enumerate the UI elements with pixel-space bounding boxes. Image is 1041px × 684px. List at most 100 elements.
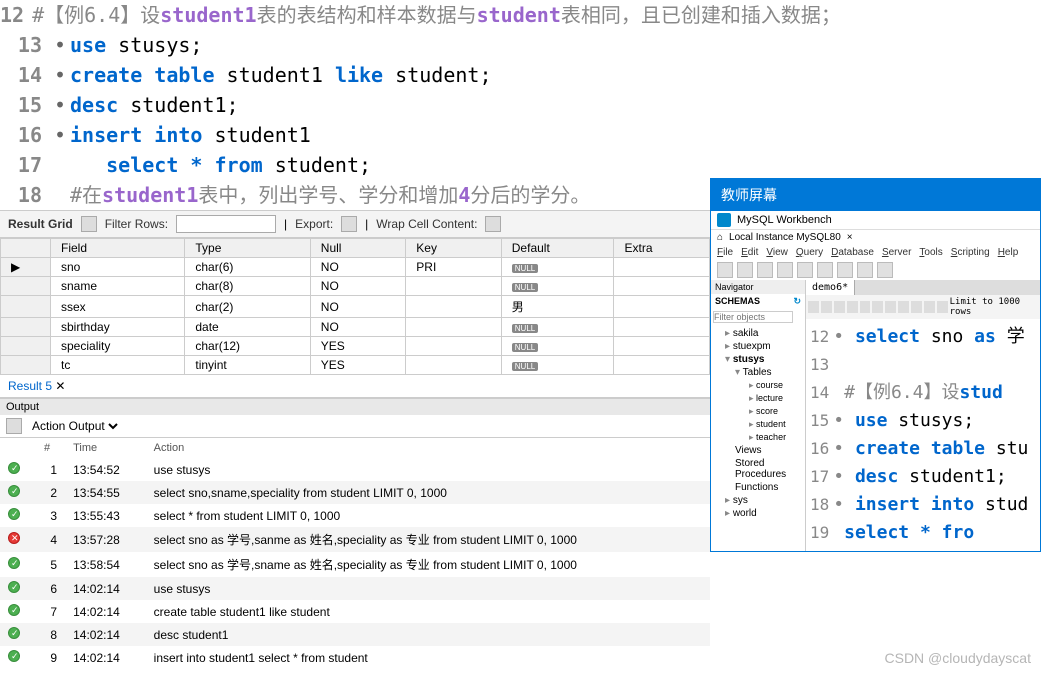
cell[interactable]: date [185,318,310,337]
cell[interactable]: char(2) [185,296,310,318]
tree-item[interactable]: ▾ Tables [711,366,805,379]
toolbar-icon[interactable] [837,262,853,278]
menu-view[interactable]: View [766,247,788,258]
connection-tab[interactable]: Local Instance MySQL80 [729,232,841,243]
tree-item[interactable]: ▸ sys [711,494,805,507]
limit-label[interactable]: Limit to 1000 rows [950,297,1038,317]
menu-file[interactable]: File [717,247,733,258]
inner-sql-editor[interactable]: 12• select sno as 学13 14 #【例6.4】设stud15•… [806,319,1040,551]
cell[interactable]: sbirthday [51,318,185,337]
toolbar-icon[interactable] [860,301,871,313]
tree-item[interactable]: ▸ lecture [711,392,805,405]
cell[interactable]: NO [310,258,405,277]
cell[interactable]: char(8) [185,277,310,296]
navigator-panel[interactable]: Navigator SCHEMAS↻ ▸ sakila▸ stuexpm▾ st… [711,280,806,551]
toolbar-icon[interactable] [834,301,845,313]
col-header[interactable]: Null [310,239,405,258]
cell[interactable] [614,277,710,296]
cell[interactable]: speciality [51,337,185,356]
cell[interactable]: NULL [501,356,614,375]
cell[interactable]: YES [310,337,405,356]
toolbar-icon[interactable] [937,301,948,313]
cell[interactable] [614,337,710,356]
cell[interactable] [614,258,710,277]
action-row[interactable]: 113:54:52use stusys [0,458,710,481]
tree-item[interactable]: ▾ stusys [711,353,805,366]
tree-item[interactable]: ▸ score [711,405,805,418]
action-row[interactable]: 914:02:14insert into student1 select * f… [0,646,710,669]
toolbar-icon[interactable] [898,301,909,313]
output-icon[interactable] [6,418,22,434]
tree-item[interactable]: ▸ student [711,418,805,431]
col-header[interactable]: Type [185,239,310,258]
export-icon[interactable] [341,216,357,232]
grid-icon[interactable] [81,216,97,232]
cell[interactable]: NULL [501,337,614,356]
toolbar-icon[interactable] [872,301,883,313]
toolbar-icon[interactable] [821,301,832,313]
action-row[interactable]: 714:02:14create table student1 like stud… [0,600,710,623]
schema-tree[interactable]: ▸ sakila▸ stuexpm▾ stusys▾ Tables▸ cours… [711,325,805,522]
filter-objects-input[interactable] [713,311,793,323]
cell[interactable]: char(12) [185,337,310,356]
col-header[interactable]: Field [51,239,185,258]
close-conn-icon[interactable]: × [847,232,853,243]
cell[interactable]: tc [51,356,185,375]
cell[interactable]: char(6) [185,258,310,277]
menu-query[interactable]: Query [796,247,823,258]
menu-help[interactable]: Help [998,247,1019,258]
cell[interactable] [406,356,501,375]
action-output-table[interactable]: #TimeAction 113:54:52use stusys213:54:55… [0,438,710,669]
menubar[interactable]: FileEditViewQueryDatabaseServerToolsScri… [711,245,1040,260]
col-header[interactable]: Extra [614,239,710,258]
cell[interactable]: NULL [501,318,614,337]
home-icon[interactable]: ⌂ [717,232,723,243]
cell[interactable]: tinyint [185,356,310,375]
cell[interactable]: YES [310,356,405,375]
cell[interactable]: NULL [501,277,614,296]
tree-item[interactable]: ▸ teacher [711,431,805,444]
toolbar-icon[interactable] [757,262,773,278]
toolbar-icon[interactable] [877,262,893,278]
cell[interactable] [406,277,501,296]
action-row[interactable]: 213:54:55select sno,sname,speciality fro… [0,481,710,504]
toolbar-icon[interactable] [911,301,922,313]
main-toolbar[interactable] [711,260,1040,280]
tree-item[interactable]: ▸ stuexpm [711,340,805,353]
toolbar-icon[interactable] [797,262,813,278]
filter-rows-input[interactable] [176,215,276,233]
tree-item[interactable]: ▸ world [711,507,805,520]
cell[interactable]: NO [310,296,405,318]
result-table[interactable]: FieldTypeNullKeyDefaultExtra ▶snochar(6)… [0,238,710,375]
action-row[interactable]: 614:02:14use stusys [0,577,710,600]
cell[interactable] [406,337,501,356]
cell[interactable]: sno [51,258,185,277]
cell[interactable] [614,356,710,375]
sql-editor[interactable]: 12#【例6.4】设student1表的表结构和样本数据与student表相同，… [0,0,710,210]
cell[interactable] [406,296,501,318]
toolbar-icon[interactable] [777,262,793,278]
action-row[interactable]: 413:57:28select sno as 学号,sanme as 姓名,sp… [0,527,710,552]
tree-item[interactable]: ▸ course [711,379,805,392]
editor-panel[interactable]: demo6* Limit to 1000 rows 12• select sno… [806,280,1040,551]
result-tab[interactable]: Result 5 [8,379,52,393]
action-row[interactable]: 814:02:14desc student1 [0,623,710,646]
tree-item[interactable]: Stored Procedures [711,457,805,481]
wrap-icon[interactable] [485,216,501,232]
menu-edit[interactable]: Edit [741,247,758,258]
toolbar-icon[interactable] [808,301,819,313]
output-select[interactable]: Action Output [28,418,121,434]
tree-item[interactable]: Views [711,444,805,457]
toolbar-icon[interactable] [924,301,935,313]
toolbar-icon[interactable] [817,262,833,278]
tree-item[interactable]: ▸ sakila [711,327,805,340]
menu-scripting[interactable]: Scripting [951,247,990,258]
toolbar-icon[interactable] [737,262,753,278]
action-row[interactable]: 313:55:43select * from student LIMIT 0, … [0,504,710,527]
col-header[interactable]: Key [406,239,501,258]
toolbar-icon[interactable] [885,301,896,313]
menu-database[interactable]: Database [831,247,874,258]
cell[interactable]: PRI [406,258,501,277]
toolbar-icon[interactable] [857,262,873,278]
toolbar-icon[interactable] [847,301,858,313]
